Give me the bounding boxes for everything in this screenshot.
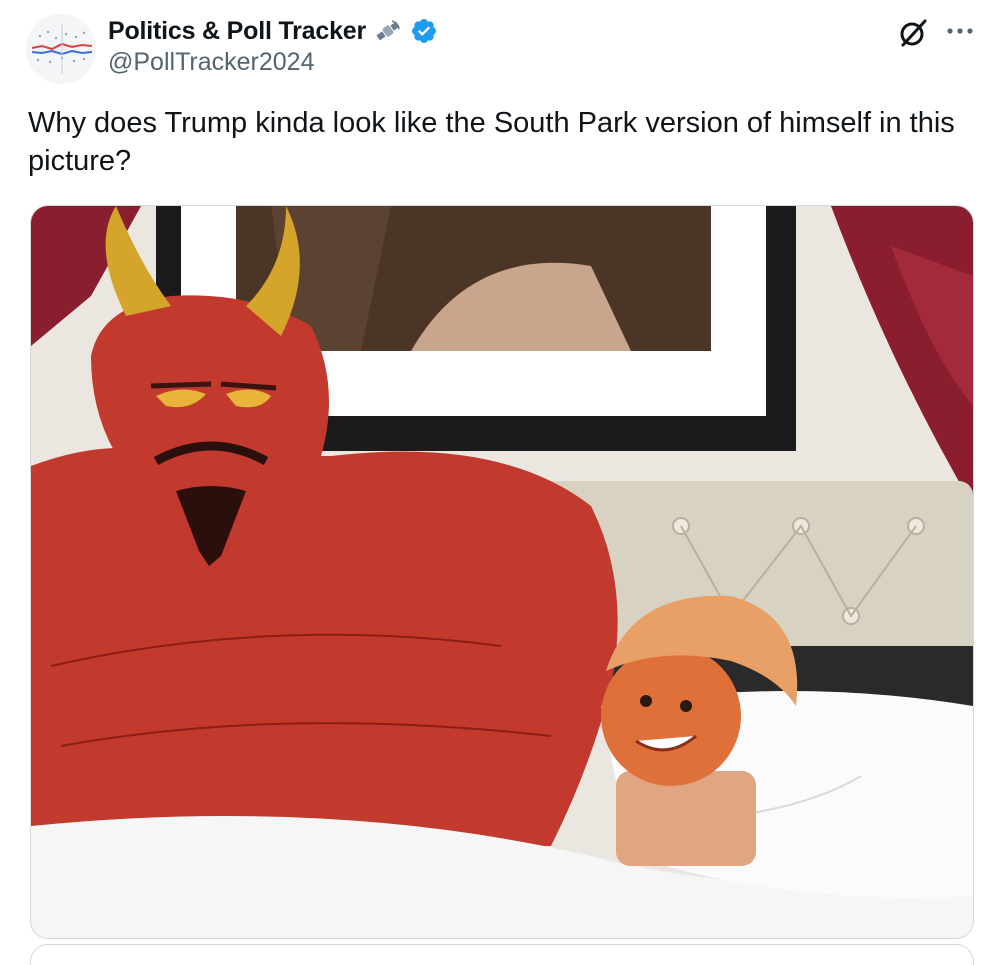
post-text: Why does Trump kinda look like the South…	[28, 107, 955, 177]
cartoon-illustration	[31, 206, 973, 938]
author-name-row[interactable]: Politics & Poll Tracker	[108, 14, 438, 48]
poll-chart-avatar-icon	[26, 14, 96, 84]
more-options-icon[interactable]	[945, 16, 975, 46]
avatar[interactable]	[26, 14, 96, 84]
grok-icon[interactable]	[896, 16, 930, 50]
post-media-image[interactable]	[30, 205, 974, 939]
satellite-icon	[376, 20, 400, 41]
author-handle[interactable]: @PollTracker2024	[108, 48, 314, 77]
next-card-edge	[30, 944, 974, 965]
verified-badge-icon[interactable]	[410, 17, 438, 45]
author-display-name[interactable]: Politics & Poll Tracker	[108, 17, 366, 46]
